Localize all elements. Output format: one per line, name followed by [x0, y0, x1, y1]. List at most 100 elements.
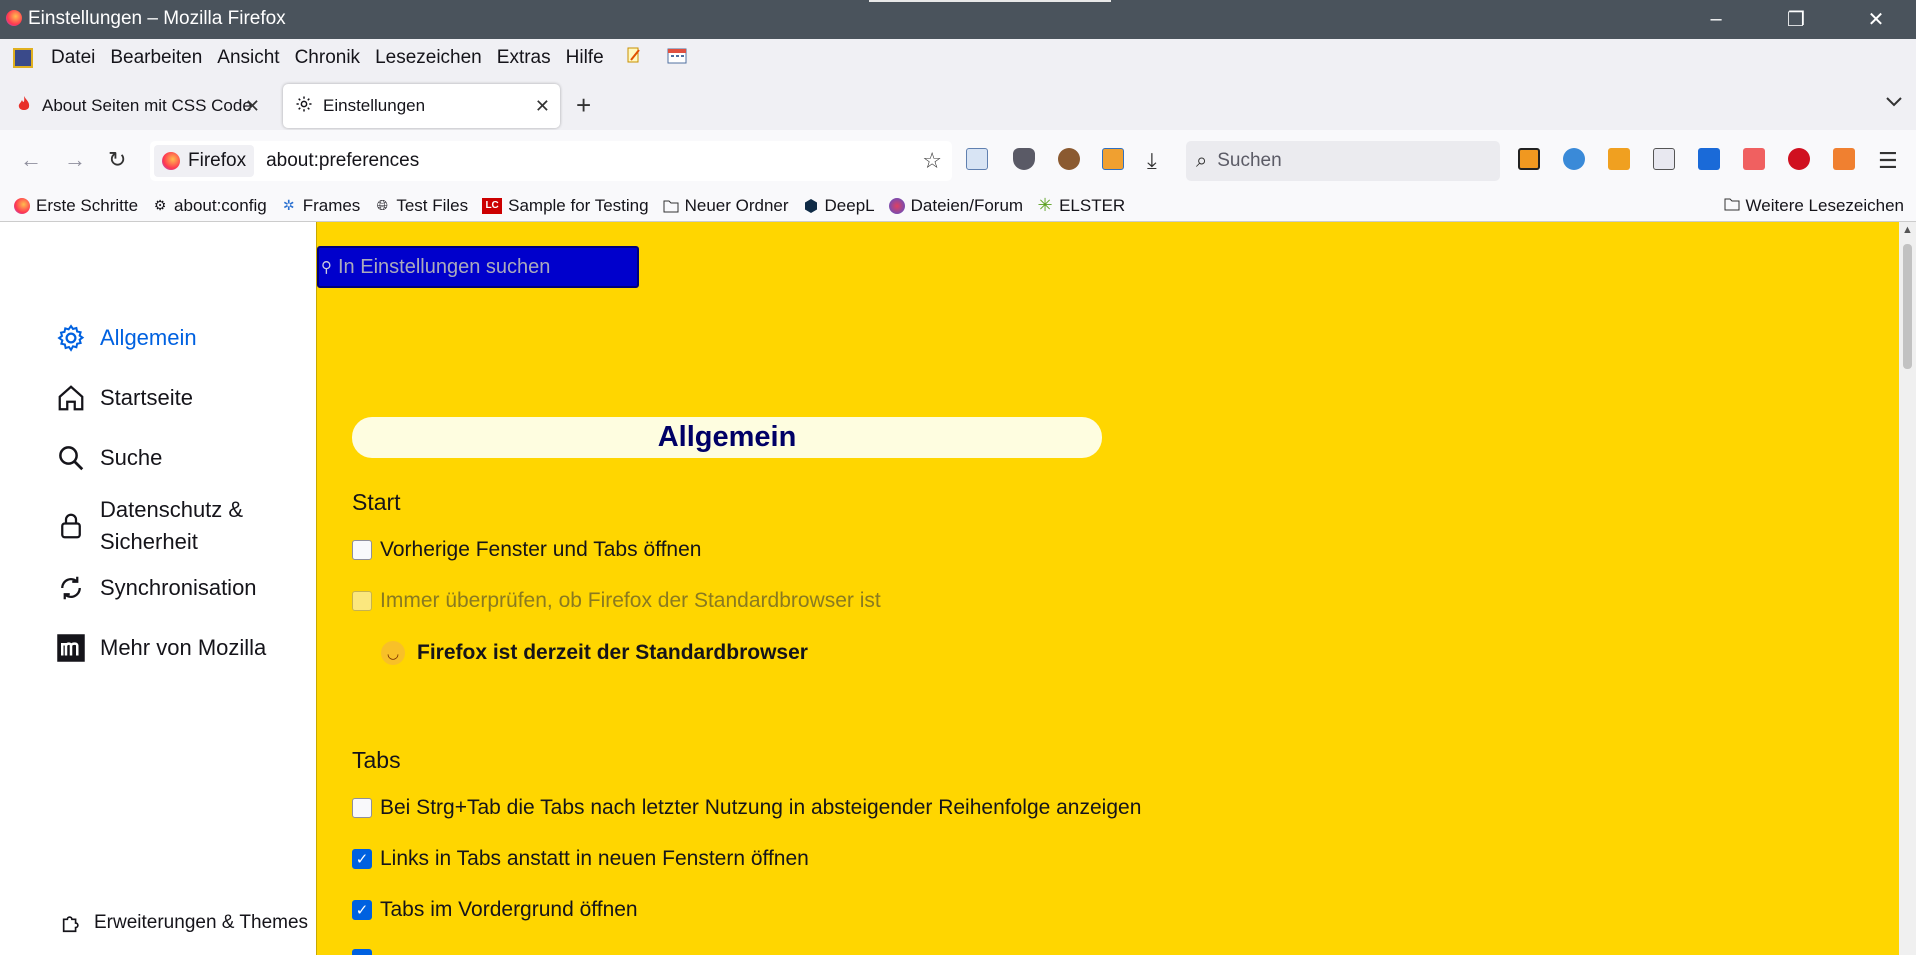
firefox-icon — [14, 197, 30, 214]
minimize-button[interactable]: – — [1676, 0, 1756, 39]
downloads-icon[interactable]: ⤓ — [1147, 148, 1169, 173]
v-extension-icon[interactable] — [1653, 148, 1675, 170]
wfs-extension-icon[interactable] — [966, 148, 988, 170]
list-all-tabs-icon[interactable] — [1885, 92, 1903, 113]
checkbox-ctrl-tab-recent[interactable]: Bei Strg+Tab die Tabs nach letzter Nutzu… — [352, 796, 1141, 820]
checkbox-restore-session[interactable]: Vorherige Fenster und Tabs öffnen — [352, 538, 701, 562]
checkbox-partially-visible[interactable] — [352, 949, 380, 955]
url-bar[interactable]: Firefox about:preferences ☆ — [150, 141, 952, 181]
back-button[interactable]: ← — [20, 147, 42, 173]
scrollbar-thumb[interactable] — [1903, 244, 1912, 369]
bookmark-elster[interactable]: ✳ ELSTER — [1037, 195, 1126, 216]
sidebar-item-startseite[interactable]: Startseite — [55, 382, 193, 414]
bookmark-label: Test Files — [396, 195, 469, 215]
sync-extension-icon[interactable] — [1563, 148, 1585, 170]
page-scrollbar[interactable]: ▲ — [1899, 222, 1916, 955]
checkbox-label: Links in Tabs anstatt in neuen Fenstern … — [380, 847, 809, 870]
titlebar-indicator — [869, 0, 1111, 2]
other-bookmarks[interactable]: Weitere Lesezeichen — [1724, 196, 1904, 216]
search-icon: ⌕ — [1196, 149, 1208, 172]
preferences-content: ⚲ In Einstellungen suchen Allgemein Star… — [316, 222, 1899, 955]
bookmark-about-config[interactable]: ⚙ about:config — [152, 196, 267, 216]
bolt-extension-icon[interactable] — [1698, 148, 1720, 170]
tab-about-pages[interactable]: About Seiten mit CSS Code ✕ — [8, 84, 270, 128]
bookmark-frames[interactable]: ✲ Frames — [281, 196, 361, 216]
menu-chronik[interactable]: Chronik — [295, 47, 360, 69]
tab-einstellungen[interactable]: Einstellungen ✕ — [283, 84, 560, 128]
bookmark-erste-schritte[interactable]: Erste Schritte — [14, 196, 138, 216]
close-window-button[interactable]: ✕ — [1836, 0, 1916, 39]
ublock-shield-icon[interactable] — [1013, 148, 1035, 170]
menu-extras[interactable]: Extras — [497, 47, 551, 69]
cookie-icon[interactable] — [1058, 148, 1080, 170]
vivaldi-extension-icon[interactable] — [1788, 148, 1810, 170]
restore-button[interactable]: ❐ — [1756, 0, 1836, 39]
bookmark-neuer-ordner[interactable]: Neuer Ordner — [663, 196, 789, 216]
menu-ansicht[interactable]: Ansicht — [217, 47, 279, 69]
sidebar-addons-link[interactable]: Erweiterungen & Themes — [60, 912, 308, 934]
menu-bearbeiten[interactable]: Bearbeiten — [110, 47, 202, 69]
checkbox-links-in-tabs[interactable]: ✓ Links in Tabs anstatt in neuen Fenster… — [352, 847, 809, 871]
settings-search-input[interactable]: ⚲ In Einstellungen suchen — [317, 246, 639, 288]
loading-icon: ✲ — [282, 197, 295, 213]
sidebar-item-datenschutz[interactable]: Datenschutz & Sicherheit — [55, 494, 243, 558]
gear-icon — [55, 322, 87, 354]
search-bar[interactable]: ⌕ Suchen — [1186, 141, 1500, 181]
identity-box[interactable]: Firefox — [154, 145, 255, 177]
settings-search-placeholder: In Einstellungen suchen — [338, 255, 551, 278]
sidebar-item-label: Datenschutz & Sicherheit — [100, 494, 243, 558]
new-tab-button[interactable]: + — [576, 90, 591, 121]
bookmark-star-icon[interactable]: ☆ — [922, 148, 942, 174]
search-input[interactable]: Suchen — [1217, 150, 1281, 172]
tab-label: About Seiten mit CSS Code — [42, 96, 252, 115]
mozilla-icon — [55, 632, 87, 664]
checkbox-label: Immer überprüfen, ob Firefox der Standar… — [380, 589, 881, 612]
reload-button[interactable]: ↻ — [108, 147, 126, 173]
checkbox[interactable]: ✓ — [352, 849, 372, 869]
checkbox-tabs-foreground[interactable]: ✓ Tabs im Vordergrund öffnen — [352, 898, 638, 922]
bookmark-dateien-forum[interactable]: Dateien/Forum — [888, 196, 1023, 216]
bookmark-deepl[interactable]: DeepL — [803, 196, 875, 216]
checkbox-label: Bei Strg+Tab die Tabs nach letzter Nutzu… — [380, 796, 1142, 819]
pencil-icon[interactable] — [625, 46, 643, 69]
checkbox[interactable] — [352, 798, 372, 818]
bookmark-sample-for-testing[interactable]: LC Sample for Testing — [482, 196, 649, 216]
checkbox[interactable] — [352, 540, 372, 560]
calendar-icon[interactable] — [667, 46, 687, 69]
lock-icon — [55, 510, 87, 542]
forum-icon — [888, 197, 905, 214]
close-tab-icon[interactable]: ✕ — [245, 96, 260, 117]
orange-extension-icon[interactable] — [1833, 148, 1855, 170]
notes-extension-icon[interactable] — [1743, 148, 1765, 170]
url-input[interactable]: about:preferences — [266, 150, 419, 172]
menu-datei[interactable]: Datei — [51, 47, 95, 69]
tab-bar: About Seiten mit CSS Code ✕ Einstellunge… — [0, 76, 1916, 130]
sidebar-item-mehr-von-mozilla[interactable]: Mehr von Mozilla — [55, 632, 266, 664]
hamburger-menu-icon[interactable]: ☰ — [1878, 148, 1900, 173]
sidebar-item-label: Suche — [100, 445, 163, 470]
checkbox[interactable] — [352, 949, 372, 955]
magnifier-extension-icon[interactable] — [1518, 148, 1540, 170]
app-extension-icon[interactable] — [13, 47, 33, 68]
firefox-icon — [162, 152, 180, 170]
gear-icon — [295, 95, 313, 118]
bookmark-label: DeepL — [824, 195, 875, 215]
menu-lesezeichen[interactable]: Lesezeichen — [375, 47, 482, 69]
sidebar-item-synchronisation[interactable]: Synchronisation — [55, 572, 257, 604]
sidebar-item-suche[interactable]: Suche — [55, 442, 162, 474]
css-extension-icon[interactable] — [1608, 148, 1630, 170]
checkbox — [352, 591, 372, 611]
window-title: Einstellungen – Mozilla Firefox — [28, 7, 286, 29]
sidebar-item-allgemein[interactable]: Allgemein — [55, 322, 197, 354]
close-tab-icon[interactable]: ✕ — [535, 96, 550, 117]
checkbox[interactable]: ✓ — [352, 900, 372, 920]
forward-button[interactable]: → — [64, 147, 86, 173]
bookmark-test-files[interactable]: 🌐︎ Test Files — [374, 196, 468, 216]
bookmarks-toolbar: Erste Schritte ⚙ about:config ✲ Frames 🌐… — [0, 190, 1916, 222]
sidebar-item-label: Mehr von Mozilla — [100, 635, 267, 660]
scroll-up-icon[interactable]: ▲ — [1902, 224, 1913, 236]
menu-hilfe[interactable]: Hilfe — [566, 47, 604, 69]
containers-icon[interactable] — [1102, 148, 1124, 170]
navigation-toolbar: ← → ↻ Firefox about:preferences ☆ ⤓ ⌕ Su… — [0, 130, 1916, 190]
identity-label: Firefox — [188, 150, 247, 171]
